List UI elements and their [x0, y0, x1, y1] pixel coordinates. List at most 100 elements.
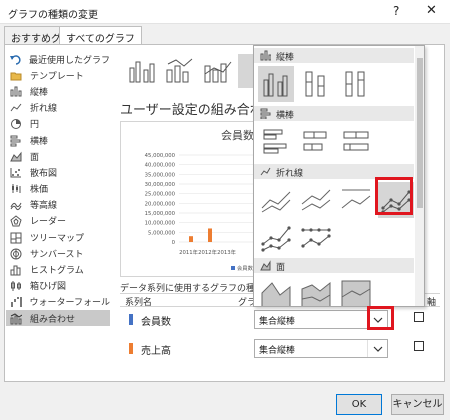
- subtype-clustered-column-thumb[interactable]: [124, 54, 158, 88]
- line-chart-icon: [260, 167, 271, 176]
- combo-chart-icon: [10, 313, 22, 325]
- section-label: 折れ線: [276, 169, 304, 179]
- stacked-bar-option[interactable]: [298, 124, 334, 160]
- series-type-value: 集合縦棒: [259, 346, 296, 356]
- y-tick-label: 20,000,000: [145, 201, 176, 207]
- x-tick-label: 2013年: [217, 248, 236, 256]
- sidebar-item-folder[interactable]: テンプレート: [6, 67, 110, 83]
- area-option[interactable]: [258, 275, 294, 306]
- clustered-column-option[interactable]: [258, 66, 294, 102]
- y-tick-label: 40,000,000: [145, 163, 176, 169]
- area-chart-icon: [260, 260, 271, 271]
- series-color-swatch: [129, 314, 133, 325]
- area-chart-icon: [10, 151, 22, 162]
- 100-stacked-line-option[interactable]: [338, 182, 374, 218]
- sidebar-item-scatter-chart[interactable]: 散布図: [6, 164, 110, 180]
- sidebar-item-label: 円: [30, 120, 40, 131]
- subtype-combo-2-thumb[interactable]: [200, 54, 234, 88]
- sidebar-item-combo-chart[interactable]: 組み合わせ: [6, 310, 110, 327]
- 100-stacked-area-option[interactable]: [338, 275, 374, 306]
- 100-stacked-bar-option[interactable]: [338, 124, 374, 160]
- sidebar-item-bar-chart[interactable]: 横棒: [6, 132, 110, 148]
- 100-stacked-column-option[interactable]: [338, 66, 374, 102]
- sidebar-item-label: 面: [30, 152, 40, 163]
- sidebar-item-histogram[interactable]: ヒストグラム: [6, 261, 110, 277]
- sidebar-item-label: 横棒: [30, 136, 49, 147]
- undo-icon: [10, 54, 21, 65]
- y-tick-label: 10,000,000: [145, 221, 176, 227]
- x-tick-label: 2011年: [179, 248, 198, 256]
- dropdown-section-area: 面: [254, 258, 414, 273]
- chart-type-dropdown: 縦棒 横棒 折れ線 面: [253, 45, 425, 307]
- bar-chart-icon: [260, 108, 271, 119]
- close-button[interactable]: ✕: [426, 3, 437, 18]
- box-whisker-icon: [10, 280, 22, 292]
- chart-category-list: 最近使用したグラフ テンプレート縦棒折れ線円横棒面散布図株価等高線 レーダー ツリーマ…: [6, 51, 110, 327]
- secondary-axis-checkbox[interactable]: [414, 312, 424, 322]
- sidebar-item-line-chart[interactable]: 折れ線: [6, 100, 110, 116]
- sidebar-item-area-chart[interactable]: 面: [6, 148, 110, 164]
- column-chart-icon: [10, 86, 22, 97]
- stacked-area-option[interactable]: [298, 275, 334, 306]
- cancel-button[interactable]: キャンセル: [391, 394, 444, 415]
- series-row-sales: 売上高 集合縦棒: [120, 336, 440, 366]
- y-tick-label: 25,000,000: [145, 192, 176, 198]
- histogram-icon: [10, 264, 22, 276]
- stacked-column-option[interactable]: [298, 66, 334, 102]
- sidebar-item-stock-chart[interactable]: 株価: [6, 181, 110, 197]
- ok-button[interactable]: OK: [336, 394, 382, 415]
- tab-all-charts[interactable]: すべてのグラフ: [59, 26, 142, 45]
- sidebar-item-label: 株価: [30, 185, 49, 196]
- sidebar-item-box-whisker[interactable]: 箱ひげ図: [6, 278, 110, 294]
- sidebar-item-undo[interactable]: 最近使用したグラフ: [6, 51, 110, 67]
- scatter-chart-icon: [10, 167, 22, 178]
- line-option[interactable]: [258, 182, 294, 218]
- sidebar-item-label: ヒストグラム: [30, 266, 84, 277]
- sidebar-item-treemap[interactable]: ツリーマップ: [6, 229, 110, 245]
- secondary-axis-checkbox[interactable]: [414, 341, 424, 351]
- stock-chart-icon: [10, 183, 22, 194]
- subtype-combo-1-thumb[interactable]: [162, 54, 196, 88]
- highlight-frame-line-markers: [375, 177, 413, 215]
- clustered-bar-option[interactable]: [258, 124, 294, 160]
- legend-label: 会員数: [237, 264, 254, 272]
- sidebar-item-pie-chart[interactable]: 円: [6, 116, 110, 132]
- sidebar-item-waterfall[interactable]: ウォーターフォール: [6, 294, 110, 310]
- sidebar-item-column-chart[interactable]: 縦棒: [6, 83, 110, 99]
- series-type-value: 集合縦棒: [259, 317, 296, 327]
- sidebar-item-label: 折れ線: [30, 104, 58, 115]
- section-label: 面: [276, 263, 286, 273]
- sidebar-item-label: 等高線: [30, 201, 58, 212]
- sidebar-item-label: 組み合わせ: [30, 314, 76, 325]
- sidebar-item-radar-chart[interactable]: レーダー: [6, 213, 110, 229]
- line-chart-icon: [10, 102, 22, 113]
- y-tick-label: 5,000,000: [148, 230, 176, 236]
- stacked-line-markers-option[interactable]: [258, 220, 294, 256]
- sidebar-item-sunburst[interactable]: サンバースト: [6, 245, 110, 261]
- y-tick-label: 15,000,000: [145, 211, 176, 217]
- scrollbar-thumb[interactable]: [417, 58, 423, 208]
- series-type-select[interactable]: 集合縦棒: [254, 339, 388, 358]
- dropdown-scrollbar[interactable]: [415, 46, 424, 306]
- sidebar-item-surface-chart[interactable]: 等高線: [6, 197, 110, 213]
- folder-icon: [10, 70, 22, 81]
- sidebar-item-label: ウォーターフォール: [29, 298, 110, 309]
- surface-chart-icon: [10, 199, 22, 211]
- pie-chart-icon: [10, 118, 22, 130]
- legend-swatch: [231, 266, 235, 270]
- series-name: 売上高: [141, 346, 171, 357]
- sidebar-item-label: 縦棒: [30, 87, 49, 98]
- sidebar-item-label: 最近使用したグラフ: [28, 55, 110, 66]
- stacked-line-option[interactable]: [298, 182, 334, 218]
- radar-chart-icon: [10, 215, 22, 227]
- section-label: 横棒: [276, 111, 295, 121]
- dropdown-section-bar: 横棒: [254, 106, 414, 121]
- bar-chart-icon: [10, 135, 22, 147]
- 100-stacked-line-markers-option[interactable]: [298, 220, 334, 256]
- dialog-titlebar: グラフの種類の変更 ? ✕: [0, 0, 450, 24]
- help-button[interactable]: ?: [393, 4, 399, 18]
- chevron-down-icon[interactable]: [367, 340, 387, 357]
- y-tick-label: 30,000,000: [145, 182, 176, 188]
- treemap-icon: [10, 232, 22, 244]
- waterfall-icon: [10, 296, 22, 308]
